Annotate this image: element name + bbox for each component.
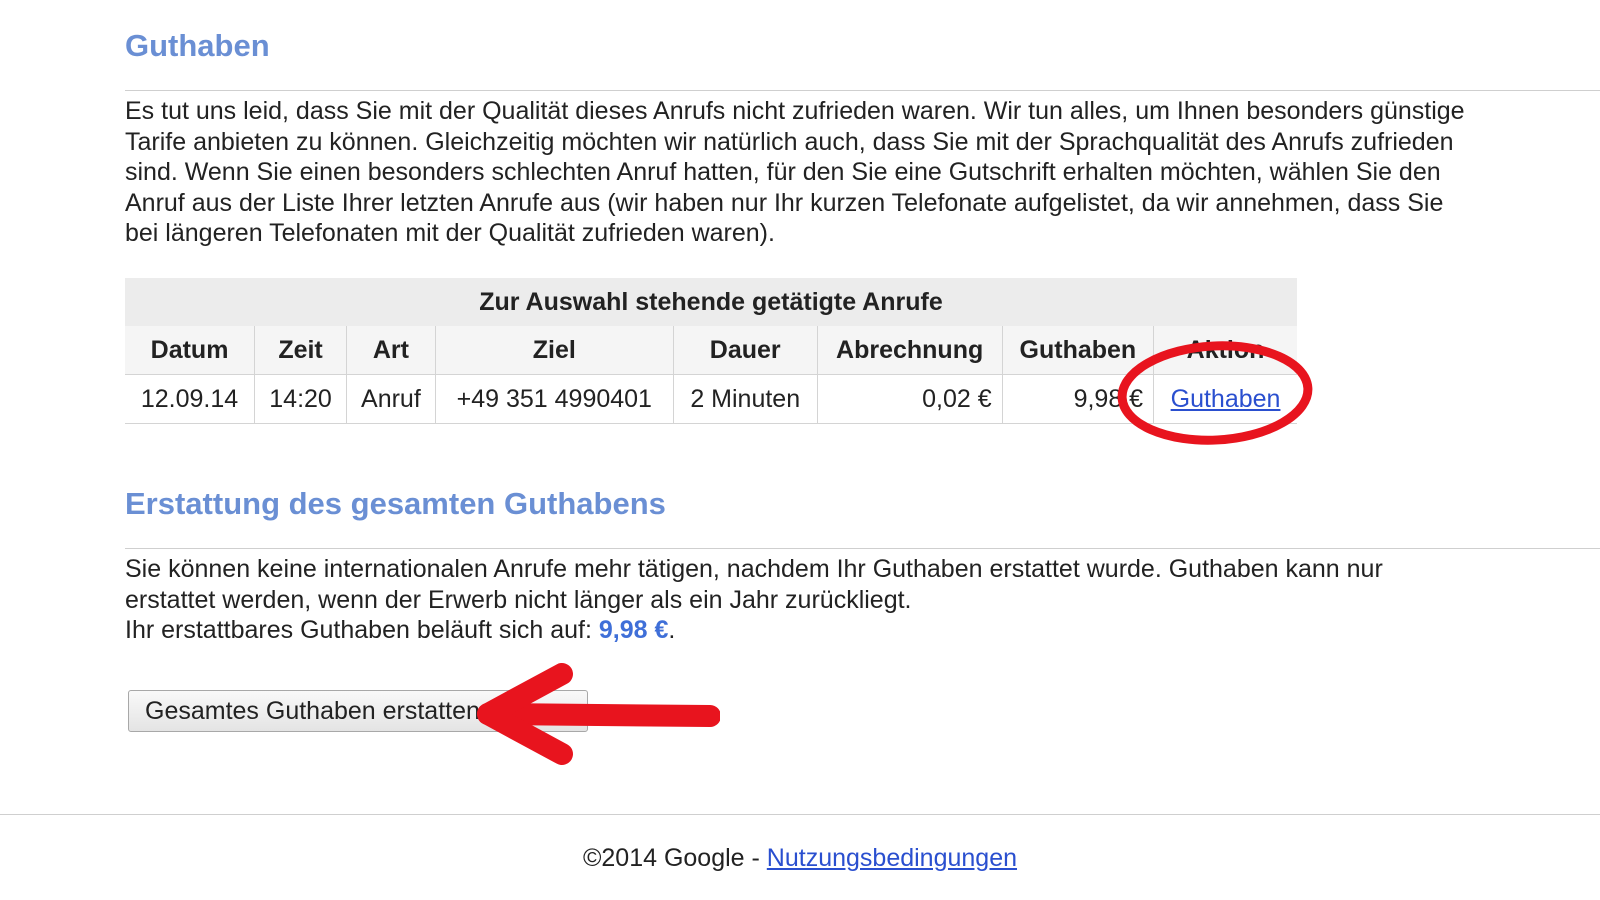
- refund-heading: Erstattung des gesamten Guthabens: [125, 486, 666, 521]
- cell-datum: 12.09.14: [125, 374, 255, 424]
- footer: ©2014 Google - Nutzungsbedingungen: [0, 844, 1600, 873]
- footer-copyright: ©2014 Google -: [582, 844, 767, 872]
- refund-amount-suffix: .: [668, 616, 676, 644]
- refund-divider: [125, 548, 1600, 549]
- credit-intro-text: Es tut uns leid, dass Sie mit der Qualit…: [125, 97, 1465, 247]
- cell-aktion: Guthaben: [1153, 374, 1297, 424]
- refund-all-credit-button[interactable]: Gesamtes Guthaben erstatten: [128, 690, 588, 732]
- footer-divider: [0, 814, 1600, 815]
- refund-description: Sie können keine internationalen Anrufe …: [125, 555, 1383, 614]
- refund-amount-prefix: Ihr erstattbares Guthaben beläuft sich a…: [125, 616, 599, 644]
- column-header-abrechnung: Abrechnung: [816, 326, 1003, 375]
- cell-ziel: +49 351 4990401: [434, 374, 674, 424]
- column-header-guthaben: Guthaben: [1001, 326, 1154, 375]
- cell-zeit: 14:20: [254, 374, 347, 424]
- calls-table: Zur Auswahl stehende getätigte Anrufe Da…: [125, 278, 1297, 424]
- column-header-art: Art: [346, 326, 436, 375]
- refund-amount: 9,98 €: [598, 616, 669, 644]
- column-header-datum: Datum: [125, 326, 255, 375]
- cell-art: Anruf: [346, 374, 436, 424]
- refund-info-text: Sie können keine internationalen Anrufe …: [125, 554, 1465, 646]
- credit-divider: [125, 90, 1600, 91]
- credit-action-link[interactable]: Guthaben: [1171, 385, 1281, 413]
- column-header-zeit: Zeit: [254, 326, 347, 375]
- cell-dauer: 2 Minuten: [672, 374, 818, 424]
- cell-guthaben: 9,98 €: [1001, 374, 1154, 424]
- column-header-dauer: Dauer: [672, 326, 818, 375]
- credit-heading: Guthaben: [125, 28, 270, 63]
- column-header-ziel: Ziel: [434, 326, 674, 375]
- column-header-aktion: Aktion: [1153, 326, 1297, 375]
- cell-abrechnung: 0,02 €: [816, 374, 1003, 424]
- calls-table-caption: Zur Auswahl stehende getätigte Anrufe: [125, 278, 1297, 326]
- table-row: 12.09.14 14:20 Anruf +49 351 4990401 2 M…: [125, 374, 1297, 424]
- terms-link[interactable]: Nutzungsbedingungen: [767, 844, 1017, 872]
